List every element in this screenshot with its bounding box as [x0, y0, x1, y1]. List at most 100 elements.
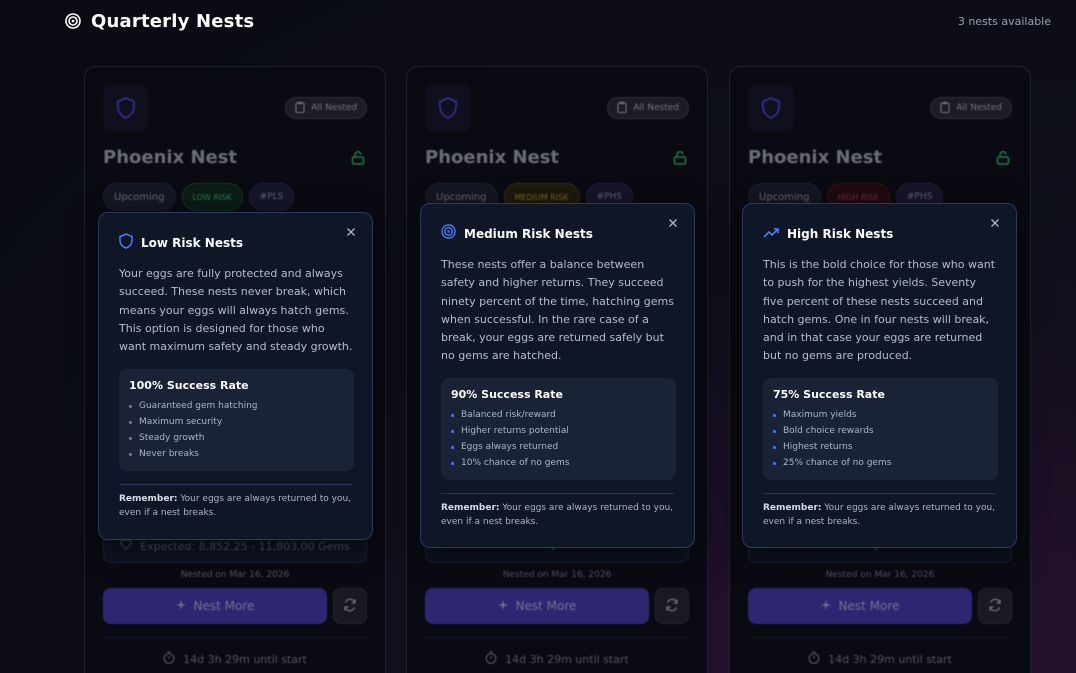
refresh-button[interactable] — [655, 588, 689, 624]
refresh-icon — [343, 597, 357, 616]
timer-icon — [808, 651, 820, 667]
card-divider — [748, 637, 1012, 638]
popup-description: These nests offer a balance between safe… — [441, 258, 674, 363]
popup-title: Low Risk Nests — [141, 236, 244, 250]
shield-icon — [103, 85, 149, 131]
popup-divider — [763, 493, 996, 494]
list-item: 25% chance of no gems — [773, 455, 988, 471]
all-nested-badge[interactable]: All Nested — [285, 97, 367, 119]
nested-on-date: Nested on Mar 16, 2026 — [180, 570, 290, 580]
clipboard-icon — [295, 101, 305, 116]
page-title: Quarterly Nests — [91, 10, 255, 32]
countdown-text: 14d 3h 29m until start — [183, 652, 307, 666]
countdown: 14d 3h 29m until start — [85, 651, 385, 667]
nested-on-date: Nested on Mar 16, 2026 — [502, 570, 612, 580]
expected-gems-text: Expected: 8,852.25 - 11,803.00 Gems — [140, 539, 350, 553]
nest-more-button[interactable]: Nest More — [748, 588, 972, 624]
popup-header: Medium Risk Nests — [441, 224, 593, 243]
list-item: Guaranteed gem hatching — [129, 398, 344, 414]
all-nested-label: All Nested — [311, 103, 357, 113]
list-item: Bold choice rewards — [773, 423, 988, 439]
clipboard-icon — [617, 101, 627, 116]
card-title: Phoenix Nest — [103, 147, 238, 168]
card-tags: Upcoming LOW RISK #PLS — [103, 183, 295, 211]
list-item: Eggs always returned — [451, 439, 666, 455]
clipboard-icon — [940, 101, 950, 116]
target-icon — [441, 224, 456, 243]
card-title: Phoenix Nest — [425, 147, 560, 168]
success-rate-list: Maximum yields Bold choice rewards Highe… — [773, 407, 988, 471]
popup-divider — [119, 484, 352, 485]
unlock-icon — [673, 150, 687, 169]
status-badge: Upcoming — [103, 183, 176, 211]
all-nested-badge[interactable]: All Nested — [930, 97, 1012, 119]
close-icon[interactable] — [666, 216, 680, 230]
popup-title: High Risk Nests — [787, 226, 894, 241]
nest-more-label: Nest More — [515, 599, 577, 613]
success-rate-title: 75% Success Rate — [773, 388, 885, 401]
risk-badge[interactable]: LOW RISK — [181, 183, 243, 211]
popup-description: Your eggs are fully protected and always… — [119, 267, 353, 354]
remember-note: Remember: Your eggs are always returned … — [763, 503, 996, 527]
success-rate-box: 100% Success Rate Guaranteed gem hatchin… — [119, 369, 354, 471]
risk-info-popup: Medium Risk Nests These nests offer a ba… — [420, 203, 695, 548]
countdown: 14d 3h 29m until start — [730, 651, 1030, 667]
all-nested-label: All Nested — [956, 103, 1002, 113]
timer-icon — [163, 651, 175, 667]
refresh-button[interactable] — [978, 588, 1012, 624]
remember-note: Remember: Your eggs are always returned … — [119, 494, 352, 518]
success-rate-title: 90% Success Rate — [451, 388, 563, 401]
page-header: Quarterly Nests 3 nests available — [65, 9, 1051, 33]
popup-title: Medium Risk Nests — [464, 226, 593, 241]
card-title: Phoenix Nest — [748, 147, 883, 168]
header-title-group: Quarterly Nests — [65, 11, 254, 32]
shield-icon — [748, 85, 794, 131]
list-item: Never breaks — [129, 446, 344, 462]
success-rate-list: Guaranteed gem hatching Maximum security… — [129, 398, 344, 462]
countdown-text: 14d 3h 29m until start — [505, 652, 629, 666]
token-badge: #PLS — [248, 183, 295, 211]
unlock-icon — [996, 150, 1010, 169]
popup-header: High Risk Nests — [763, 224, 893, 243]
nest-more-button[interactable]: Nest More — [103, 588, 327, 624]
close-icon[interactable] — [344, 225, 358, 239]
list-item: Steady growth — [129, 430, 344, 446]
timer-icon — [485, 651, 497, 667]
sparkle-icon — [497, 599, 508, 613]
list-item: Higher returns potential — [451, 423, 666, 439]
shield-icon — [119, 233, 133, 253]
nested-on-date: Nested on Mar 16, 2026 — [825, 570, 935, 580]
unlock-icon — [351, 150, 365, 169]
risk-info-popup: High Risk Nests This is the bold choice … — [742, 203, 1017, 548]
target-icon — [65, 13, 81, 29]
list-item: Maximum yields — [773, 407, 988, 423]
countdown: 14d 3h 29m until start — [407, 651, 707, 667]
success-rate-list: Balanced risk/reward Higher returns pote… — [451, 407, 666, 471]
diamond-icon — [120, 539, 133, 553]
nests-available-count: 3 nests available — [957, 14, 1051, 28]
sparkle-icon — [175, 599, 186, 613]
countdown-text: 14d 3h 29m until start — [828, 652, 952, 666]
nest-more-label: Nest More — [838, 599, 900, 613]
success-rate-title: 100% Success Rate — [129, 379, 249, 392]
nest-more-label: Nest More — [193, 599, 255, 613]
list-item: Balanced risk/reward — [451, 407, 666, 423]
risk-info-popup: Low Risk Nests Your eggs are fully prote… — [98, 212, 373, 540]
shield-icon — [425, 85, 471, 131]
sparkle-icon — [820, 599, 831, 613]
trending-up-icon — [763, 224, 779, 243]
popup-divider — [441, 493, 674, 494]
refresh-button[interactable] — [333, 588, 367, 624]
card-divider — [103, 637, 367, 638]
popup-description: This is the bold choice for those who wa… — [763, 258, 996, 363]
nest-more-button[interactable]: Nest More — [425, 588, 649, 624]
success-rate-box: 90% Success Rate Balanced risk/reward Hi… — [441, 378, 676, 480]
success-rate-box: 75% Success Rate Maximum yields Bold cho… — [763, 378, 998, 480]
all-nested-label: All Nested — [633, 103, 679, 113]
card-divider — [425, 637, 689, 638]
list-item: Maximum security — [129, 414, 344, 430]
list-item: Highest returns — [773, 439, 988, 455]
all-nested-badge[interactable]: All Nested — [607, 97, 689, 119]
refresh-icon — [988, 597, 1002, 616]
close-icon[interactable] — [988, 216, 1002, 230]
